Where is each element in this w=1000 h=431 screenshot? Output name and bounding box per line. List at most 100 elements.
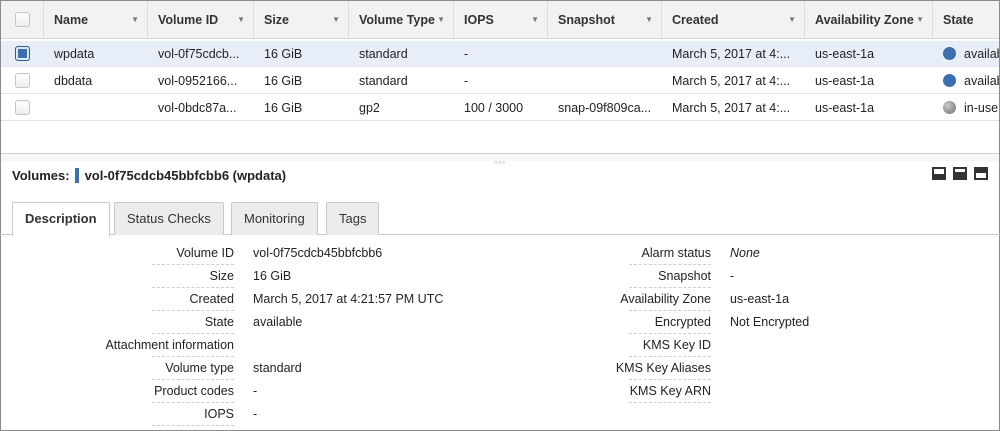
sort-caret-icon[interactable]: ▼ bbox=[645, 1, 653, 39]
cell-size: 16 GiB bbox=[264, 47, 303, 61]
table-row[interactable]: wpdata vol-0f75cdcb... 16 GiB standard -… bbox=[1, 41, 999, 67]
sort-caret-icon[interactable]: ▼ bbox=[332, 1, 340, 39]
state-text: availab bbox=[964, 47, 999, 61]
column-header-created[interactable]: Created ▼ bbox=[662, 1, 805, 39]
cell-size: 16 GiB bbox=[264, 74, 303, 88]
column-label: Size bbox=[264, 13, 290, 27]
row-checkbox[interactable] bbox=[15, 100, 30, 115]
cell-volume-id: vol-0952166... bbox=[158, 74, 238, 88]
cell-volume-type: gp2 bbox=[359, 101, 380, 115]
cell-created: March 5, 2017 at 4:... bbox=[672, 101, 791, 115]
detail-value: standard bbox=[253, 361, 302, 375]
sort-caret-icon[interactable]: ▼ bbox=[437, 1, 445, 39]
row-select-cell[interactable] bbox=[1, 41, 44, 67]
description-panel: Volume ID vol-0f75cdcb45bbfcbb6 Size 16 … bbox=[1, 236, 999, 430]
row-select-cell[interactable] bbox=[1, 95, 44, 121]
detail-label: KMS Key ARN bbox=[511, 381, 711, 403]
panel-bottom-large-icon[interactable] bbox=[953, 167, 967, 180]
detail-value: - bbox=[730, 269, 735, 283]
detail-label: Snapshot bbox=[511, 266, 711, 288]
column-header-volume-type[interactable]: Volume Type ▼ bbox=[349, 1, 454, 39]
cell-iops: - bbox=[464, 47, 469, 61]
tab-tags[interactable]: Tags bbox=[326, 202, 380, 235]
detail-label: Volume type bbox=[34, 358, 234, 380]
row-select-cell[interactable] bbox=[1, 68, 44, 94]
panel-top-icon[interactable] bbox=[974, 167, 988, 180]
tab-description[interactable]: Description bbox=[12, 202, 110, 236]
detail-label: State bbox=[34, 312, 234, 334]
cell-volume-id: vol-0bdc87a... bbox=[158, 101, 237, 115]
table-row[interactable]: dbdata vol-0952166... 16 GiB standard - … bbox=[1, 68, 999, 94]
detail-label: KMS Key ID bbox=[511, 335, 711, 357]
detail-label: Alarm status bbox=[511, 243, 711, 265]
table-row[interactable]: vol-0bdc87a... 16 GiB gp2 100 / 3000 sna… bbox=[1, 95, 999, 121]
column-label: State bbox=[943, 13, 974, 27]
column-label: Volume Type bbox=[359, 13, 435, 27]
state-text: availab bbox=[964, 74, 999, 88]
cell-snapshot: snap-09f809ca... bbox=[558, 101, 652, 115]
column-header-size[interactable]: Size ▼ bbox=[254, 1, 349, 39]
cell-name: wpdata bbox=[54, 47, 95, 61]
select-all-checkbox[interactable] bbox=[15, 12, 30, 27]
sort-caret-icon[interactable]: ▼ bbox=[788, 1, 796, 39]
detail-label: Attachment information bbox=[34, 335, 234, 357]
sort-caret-icon[interactable]: ▼ bbox=[916, 1, 924, 39]
sort-caret-icon[interactable]: ▼ bbox=[237, 1, 245, 39]
detail-value: 16 GiB bbox=[253, 269, 292, 283]
state-indicator-icon bbox=[943, 47, 956, 60]
column-label: Snapshot bbox=[558, 13, 615, 27]
column-label: Name bbox=[54, 13, 89, 27]
cell-availability-zone: us-east-1a bbox=[815, 47, 875, 61]
column-header-volume-id[interactable]: Volume ID ▼ bbox=[148, 1, 254, 39]
detail-value: vol-0f75cdcb45bbfcbb6 bbox=[253, 246, 383, 260]
cell-name: dbdata bbox=[54, 74, 93, 88]
column-label: IOPS bbox=[464, 13, 494, 27]
cell-state: availab bbox=[933, 68, 999, 94]
panel-resize-handle[interactable]: ▫▫▫ bbox=[1, 153, 999, 167]
column-header-iops[interactable]: IOPS ▼ bbox=[454, 1, 548, 39]
sort-caret-icon[interactable]: ▼ bbox=[531, 1, 539, 39]
cell-created: March 5, 2017 at 4:... bbox=[672, 74, 791, 88]
detail-value: - bbox=[253, 407, 258, 421]
cell-volume-type: standard bbox=[359, 74, 408, 88]
column-header-snapshot[interactable]: Snapshot ▼ bbox=[548, 1, 662, 39]
detail-label: KMS Key Aliases bbox=[511, 358, 711, 380]
detail-label: Volume ID bbox=[34, 243, 234, 265]
column-label: Volume ID bbox=[158, 13, 219, 27]
detail-label: Availability Zone bbox=[511, 289, 711, 311]
tab-status-checks[interactable]: Status Checks bbox=[114, 202, 224, 235]
details-tabs: Description Status Checks Monitoring Tag… bbox=[0, 201, 1000, 236]
cell-size: 16 GiB bbox=[264, 101, 303, 115]
row-checkbox[interactable] bbox=[15, 46, 30, 61]
detail-value: available bbox=[253, 315, 303, 329]
row-checkbox[interactable] bbox=[15, 73, 30, 88]
grip-dots-icon[interactable]: ▫▫▫ bbox=[494, 158, 506, 167]
detail-value: Not Encrypted bbox=[730, 315, 810, 329]
state-text: in-use bbox=[964, 101, 999, 115]
details-title: Volumes: vol-0f75cdcb45bbfcbb6 (wpdata) bbox=[12, 165, 286, 185]
detail-value: us-east-1a bbox=[730, 292, 790, 306]
cell-availability-zone: us-east-1a bbox=[815, 74, 875, 88]
column-header-state[interactable]: State bbox=[933, 1, 999, 39]
detail-value: None bbox=[730, 246, 760, 260]
state-indicator-icon bbox=[943, 101, 956, 114]
column-header-availability-zone[interactable]: Availability Zone ▼ bbox=[805, 1, 933, 39]
details-title-value: vol-0f75cdcb45bbfcbb6 (wpdata) bbox=[84, 167, 287, 183]
sort-caret-icon[interactable]: ▼ bbox=[131, 1, 139, 39]
detail-value: March 5, 2017 at 4:21:57 PM UTC bbox=[253, 292, 444, 306]
cell-name bbox=[44, 95, 148, 121]
tab-monitoring[interactable]: Monitoring bbox=[231, 202, 318, 235]
column-label: Availability Zone bbox=[815, 13, 914, 27]
select-all-cell[interactable] bbox=[1, 1, 44, 39]
detail-value: - bbox=[253, 384, 258, 398]
detail-label: IOPS bbox=[34, 404, 234, 426]
volumes-table-header: Name ▼ Volume ID ▼ Size ▼ Volume Type ▼ … bbox=[1, 1, 999, 39]
cell-volume-id: vol-0f75cdcb... bbox=[158, 47, 240, 61]
state-indicator-icon bbox=[943, 74, 956, 87]
cell-snapshot bbox=[548, 68, 662, 94]
cell-snapshot bbox=[548, 41, 662, 67]
cell-iops: 100 / 3000 bbox=[464, 101, 524, 115]
panel-bottom-small-icon[interactable] bbox=[932, 167, 946, 180]
column-label: Created bbox=[672, 13, 719, 27]
column-header-name[interactable]: Name ▼ bbox=[44, 1, 148, 39]
